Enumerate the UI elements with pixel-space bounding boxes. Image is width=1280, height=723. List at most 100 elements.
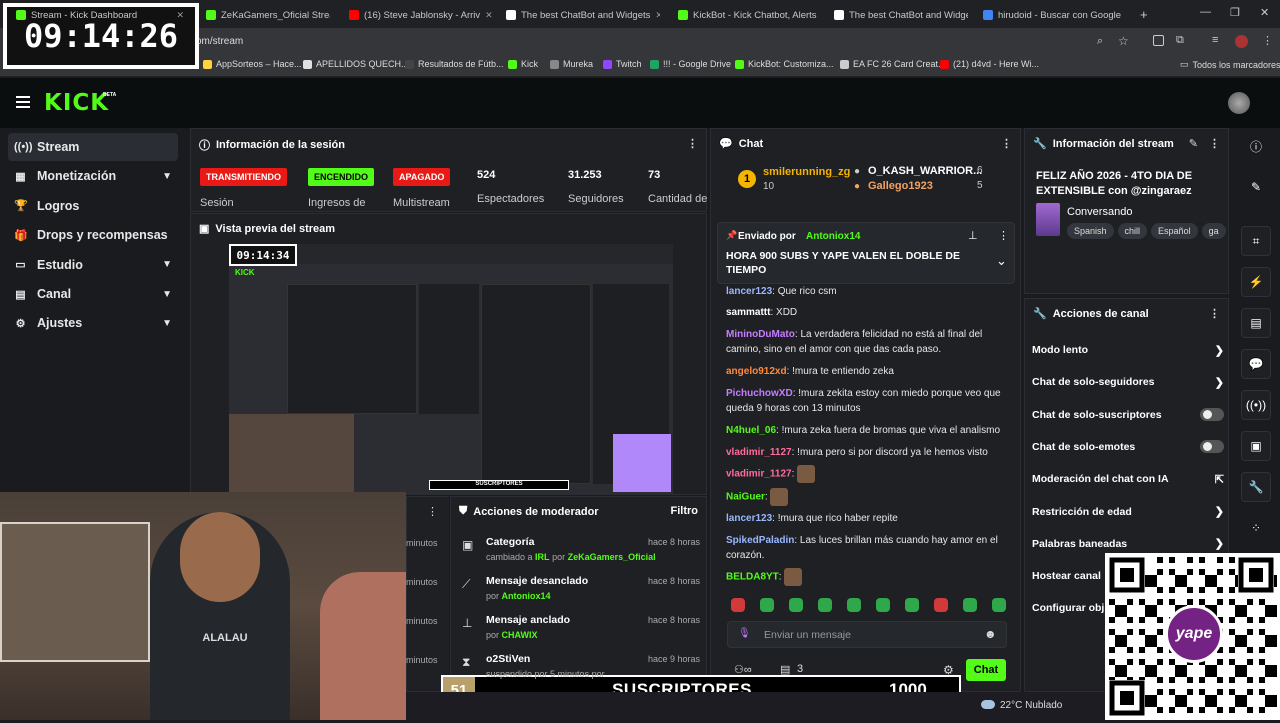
browser-tab[interactable]: ZeKaGamers_Oficial Stream - W✕: [200, 4, 330, 26]
mod-detail-by[interactable]: ZeKaGamers_Oficial: [568, 552, 656, 562]
channel-action-chat-de-solo-suscriptores[interactable]: Chat de solo-suscriptores: [1032, 405, 1224, 425]
bookmark-item[interactable]: Mureka: [550, 59, 593, 69]
user-avatar[interactable]: [1228, 92, 1250, 114]
bookmark-star-icon[interactable]: ☆: [1118, 34, 1129, 48]
channel-action-modo-lento[interactable]: Modo lento ❯: [1032, 340, 1224, 360]
sidebar-item-stream[interactable]: ((•)) Stream: [8, 133, 178, 161]
browser-tab[interactable]: KickBot - Kick Chatbot, Alerts,✕: [672, 4, 817, 26]
sidebar-item-canal[interactable]: ▤ Canal ▼: [8, 280, 178, 308]
emote-button-icon[interactable]: [992, 598, 1006, 612]
channel-actions-menu-icon[interactable]: ⋮: [1209, 307, 1220, 320]
pinned-message[interactable]: 📌 Enviado por Antoniox14 ⊥ ⋮ HORA 900 SUBS Y …: [717, 222, 1015, 284]
emote-button-icon[interactable]: [818, 598, 832, 612]
zoom-icon[interactable]: ⌕: [1097, 35, 1103, 48]
media-icon[interactable]: ≡: [1212, 34, 1218, 46]
channel-action-palabras-baneadas[interactable]: Palabras baneadas ❯: [1032, 534, 1224, 554]
mod-detail-target[interactable]: Antoniox14: [502, 591, 551, 601]
chat-username[interactable]: NaiGuer: [726, 492, 765, 503]
close-tab-icon[interactable]: ✕: [485, 10, 493, 21]
scan-icon[interactable]: ⌗: [1241, 226, 1271, 256]
stream-tag[interactable]: Spanish: [1067, 223, 1114, 239]
pin-menu-icon[interactable]: ⋮: [998, 229, 1009, 242]
sidebar-item-estudio[interactable]: ▭ Estudio ▼: [8, 251, 178, 279]
all-bookmarks[interactable]: ▭ Todos los marcadores: [1180, 59, 1280, 70]
profile-icon[interactable]: [1235, 35, 1248, 48]
browser-tab[interactable]: The best ChatBot and Widgets✕: [828, 4, 968, 26]
chat-username[interactable]: PichuchowXD: [726, 388, 793, 399]
browser-tab[interactable]: Stream - Kick Dashboard ✕: [10, 4, 190, 26]
bolt-icon[interactable]: ⚡: [1241, 267, 1271, 297]
chat-username[interactable]: N4huel_06: [726, 425, 776, 436]
emote-button-icon[interactable]: [905, 598, 919, 612]
bookmark-item[interactable]: Kick: [508, 59, 538, 69]
broadcast-icon[interactable]: ((•)): [1241, 390, 1271, 420]
dots-icon[interactable]: ⁘: [1241, 513, 1271, 543]
sidebar-item-ajustes[interactable]: ⚙ Ajustes ▼: [8, 309, 178, 337]
sidebar-item-drops[interactable]: 🎁 Drops y recompensas: [8, 221, 178, 249]
leader-name[interactable]: smilerunning_zg: [763, 166, 850, 178]
chat-bubble-icon[interactable]: 💬: [1241, 349, 1271, 379]
bookmark-item[interactable]: EA FC 26 Card Creat...: [840, 59, 946, 69]
category-name[interactable]: Conversando: [1067, 206, 1132, 218]
bookmark-item[interactable]: (21) d4vd - Here Wi...: [940, 59, 1039, 69]
emoji-icon[interactable]: ☻: [984, 627, 997, 641]
chevron-down-icon[interactable]: ⌄: [996, 253, 1007, 269]
toggle-switch[interactable]: [1200, 440, 1224, 454]
bookmark-item[interactable]: AppSorteos – Hace...: [203, 59, 302, 69]
layout-icon[interactable]: ▣: [1241, 431, 1271, 461]
channel-action-restricci-n-de-edad[interactable]: Restricción de edad ❯: [1032, 502, 1224, 522]
menu-icon[interactable]: ⋮: [1262, 34, 1273, 47]
mod-action-row[interactable]: ⧗ o2StiVen suspendido por 5 minutos por hac…: [460, 653, 700, 691]
mod-action-row[interactable]: ⟋ Mensaje desanclado por Antoniox14 hace 8 …: [460, 575, 700, 613]
mod-action-row[interactable]: ▣ Categoría cambiado a IRL por ZeKaGamers_…: [460, 536, 700, 574]
emote-button-icon[interactable]: [934, 598, 948, 612]
browser-tab[interactable]: (16) Steve Jablonsky - Arriv ✕: [343, 4, 493, 26]
unpin-icon[interactable]: ⊥: [968, 229, 978, 242]
bookmark-item[interactable]: Twitch: [603, 59, 642, 69]
stream-preview-video[interactable]: KICK SUSCRIPTORES: [229, 244, 673, 494]
chat-settings-gear-icon[interactable]: ⚙: [943, 663, 954, 677]
leader-name[interactable]: Gallego1923: [868, 180, 933, 192]
pencil-icon[interactable]: ✎: [1241, 172, 1271, 202]
puzzle-icon[interactable]: ⧉: [1176, 34, 1184, 47]
close-tab-icon[interactable]: ✕: [1126, 10, 1127, 21]
mod-detail-target[interactable]: CHAWIX: [502, 630, 538, 640]
close-window-icon[interactable]: ✕: [1260, 6, 1269, 19]
chat-username[interactable]: vladimir_1127: [726, 469, 792, 480]
bookmark-item[interactable]: Resultados de Fútb...: [405, 59, 504, 69]
url-text[interactable]: om/stream: [196, 36, 243, 47]
extension-icon[interactable]: [1153, 35, 1164, 46]
mod-detail-target[interactable]: IRL: [535, 552, 550, 562]
toggle-switch[interactable]: [1200, 408, 1224, 422]
pinned-by-user[interactable]: Antoniox14: [806, 231, 860, 242]
chat-username[interactable]: vladimir_1127: [726, 447, 792, 458]
edit-pencil-icon[interactable]: ✎: [1189, 137, 1198, 150]
chat-username[interactable]: angelo912xd: [726, 366, 787, 377]
close-tab-icon[interactable]: ✕: [176, 10, 184, 21]
emote-button-icon[interactable]: [760, 598, 774, 612]
chat-username[interactable]: SpikedPaladin: [726, 535, 794, 546]
chat-menu-icon[interactable]: ⋮: [1001, 137, 1012, 150]
chat-input[interactable]: 🎙 Enviar un mensaje ☻: [727, 621, 1007, 648]
note-icon[interactable]: ▤: [1241, 308, 1271, 338]
emote-button-icon[interactable]: [847, 598, 861, 612]
wrench-icon[interactable]: 🔧: [1241, 472, 1271, 502]
session-menu-icon[interactable]: ⋮: [687, 137, 698, 150]
mod-action-row[interactable]: ⊥ Mensaje anclado por CHAWIX hace 8 horas: [460, 614, 700, 652]
chat-username[interactable]: lancer123: [726, 286, 772, 297]
stream-tag[interactable]: chill: [1117, 223, 1148, 239]
close-tab-icon[interactable]: ✕: [655, 10, 660, 21]
chat-username[interactable]: BELDA8YT: [726, 572, 779, 583]
minimize-window-icon[interactable]: —: [1200, 6, 1211, 18]
leader-name[interactable]: O_KASH_WARRIOR...: [868, 165, 982, 177]
stream-tag[interactable]: Español: [1151, 223, 1198, 239]
channel-action-chat-de-solo-emotes[interactable]: Chat de solo-emotes: [1032, 437, 1224, 457]
stream-tag[interactable]: ga: [1201, 223, 1226, 239]
channel-action-configurar-obj[interactable]: Configurar obj: [1032, 598, 1224, 618]
bookmark-item[interactable]: APELLIDOS QUECH...: [303, 59, 409, 69]
sidebar-item-logros[interactable]: 🏆 Logros: [8, 192, 178, 220]
bookmark-item[interactable]: !!! - Google Drive: [650, 59, 731, 69]
maximize-window-icon[interactable]: ❐: [1230, 6, 1240, 19]
emote-button-icon[interactable]: [963, 598, 977, 612]
channel-action-hostear-canal[interactable]: Hostear canal: [1032, 566, 1224, 586]
